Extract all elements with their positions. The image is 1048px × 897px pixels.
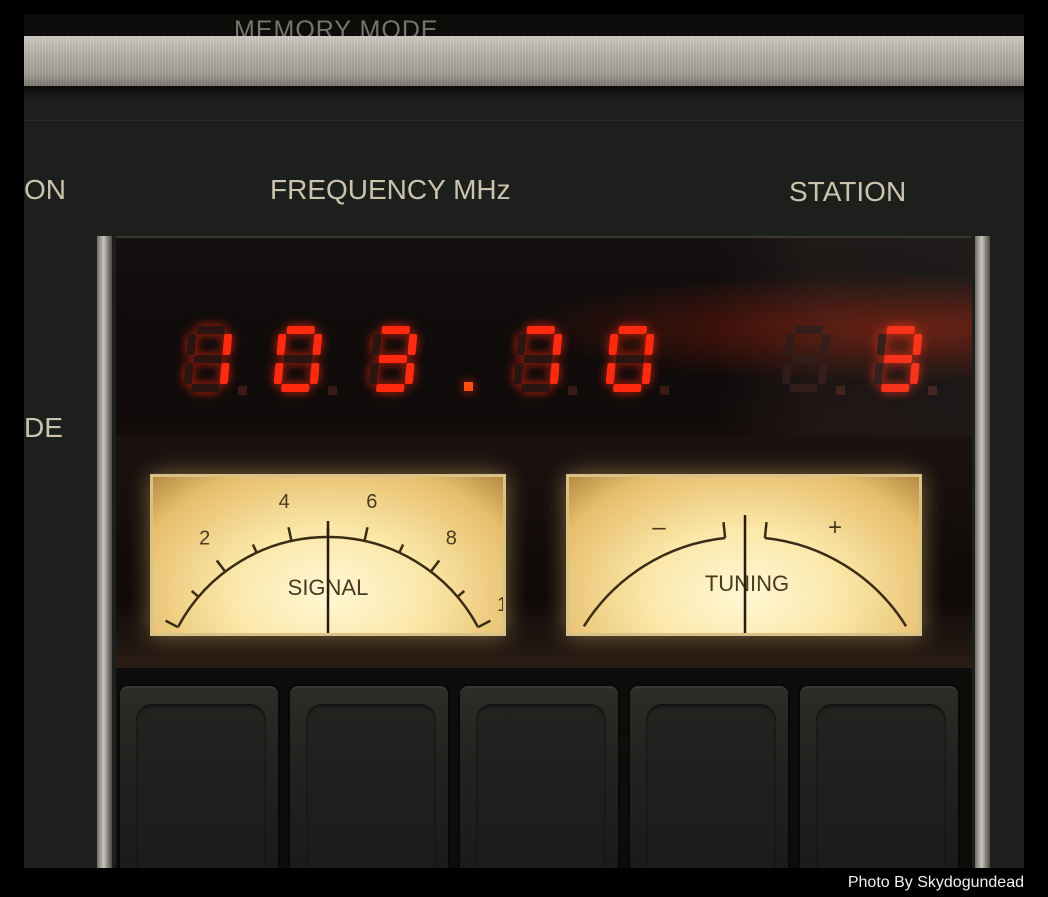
- led-segment: [378, 355, 408, 363]
- chrome-rail-right: [975, 236, 990, 868]
- signal-meter-face: 0246810 SIGNAL: [153, 491, 503, 633]
- display-glare: [716, 238, 972, 438]
- led-segment: [516, 334, 527, 355]
- led-segment: [273, 363, 284, 384]
- frequency-digit: [513, 326, 563, 392]
- led-segment: [407, 334, 418, 355]
- preset-button-face: [306, 704, 436, 868]
- frequency-digit: [183, 326, 233, 392]
- decimal-point: [464, 382, 473, 391]
- signal-tick: [477, 619, 492, 629]
- led-segment: [613, 384, 642, 392]
- led-segment: [183, 363, 194, 384]
- meter-bay: 0246810 SIGNAL – + TUNING: [116, 436, 972, 668]
- led-segment: [381, 326, 410, 334]
- preset-button-2[interactable]: [290, 686, 448, 868]
- signal-tick-label: 6: [366, 491, 377, 513]
- upper-panel: [24, 100, 1024, 121]
- led-segment: [376, 384, 405, 392]
- frequency-label: FREQUENCY MHz: [270, 174, 511, 205]
- preset-button-4[interactable]: [630, 686, 788, 868]
- led-segment: [276, 334, 287, 355]
- led-segment: [286, 326, 315, 334]
- led-segment: [608, 334, 619, 355]
- led-segment: [552, 334, 563, 355]
- signal-tick: [429, 559, 441, 573]
- led-dot-unlit: [238, 386, 247, 395]
- left-label-top: ON: [24, 174, 66, 205]
- led-dot-unlit: [660, 386, 669, 395]
- led-segment: [281, 384, 310, 392]
- preset-button-face: [136, 704, 266, 868]
- top-strip: MEMORY MODE: [24, 14, 1024, 44]
- preset-button-3[interactable]: [460, 686, 618, 868]
- photo-credit: Photo By Skydogundead: [847, 874, 1024, 891]
- signal-tick-label: 4: [279, 491, 290, 513]
- station-label: STATION: [789, 176, 907, 207]
- led-segment: [549, 363, 560, 384]
- led-segment: [371, 334, 382, 355]
- led-segment: [615, 355, 645, 363]
- led-segment: [404, 363, 415, 384]
- led-segment: [309, 363, 320, 384]
- led-segment: [526, 326, 555, 334]
- bar-shadow: [24, 86, 1024, 100]
- led-segment: [644, 334, 655, 355]
- signal-tick: [287, 527, 293, 542]
- led-segment: [222, 334, 233, 355]
- led-segment: [641, 363, 652, 384]
- led-segment: [283, 355, 313, 363]
- signal-tick: [398, 543, 405, 554]
- signal-tick: [363, 527, 369, 542]
- signal-tick-label: 8: [446, 528, 457, 550]
- frequency-digit: [605, 326, 655, 392]
- led-segment: [521, 384, 550, 392]
- preset-button-face: [816, 704, 946, 868]
- signal-meter: 0246810 SIGNAL: [150, 474, 506, 636]
- tuning-meter-label: TUNING: [705, 571, 789, 596]
- frequency-digit: [273, 326, 323, 392]
- tuning-plus-label: +: [828, 514, 842, 541]
- led-dot-unlit: [328, 386, 337, 395]
- preset-button-1[interactable]: [120, 686, 278, 868]
- signal-tick: [251, 543, 258, 554]
- signal-tick: [190, 590, 200, 598]
- brushed-aluminum-bar: [24, 36, 1024, 86]
- left-label-bottom: DE: [24, 412, 63, 443]
- led-segment: [191, 384, 220, 392]
- led-segment: [196, 326, 225, 334]
- led-segment: [368, 363, 379, 384]
- tuning-minus-label: –: [652, 514, 666, 541]
- led-segment: [193, 355, 223, 363]
- led-dot-unlit: [568, 386, 577, 395]
- photo-frame: MEMORY MODE ON FREQUENCY MHz STATION DE …: [24, 14, 1024, 868]
- preset-button-5[interactable]: [800, 686, 958, 868]
- led-segment: [618, 326, 647, 334]
- signal-tick: [456, 590, 466, 598]
- led-segment: [219, 363, 230, 384]
- tuning-meter-face: – + TUNING: [582, 514, 908, 633]
- preset-button-face: [476, 704, 606, 868]
- signal-tick: [215, 559, 227, 573]
- led-segment: [513, 363, 524, 384]
- led-segment: [312, 334, 323, 355]
- led-segment: [186, 334, 197, 355]
- preset-button-row: [116, 668, 972, 868]
- led-segment: [523, 355, 553, 363]
- led-segment: [605, 363, 616, 384]
- tuning-meter: – + TUNING: [566, 474, 922, 636]
- signal-tick-label: 10: [497, 594, 503, 616]
- chrome-rail-left: [97, 236, 112, 868]
- signal-tick-label: 2: [199, 528, 210, 550]
- frequency-digit: [368, 326, 418, 392]
- signal-tick: [164, 619, 179, 629]
- preset-button-face: [646, 704, 776, 868]
- led-display-window: [116, 236, 972, 438]
